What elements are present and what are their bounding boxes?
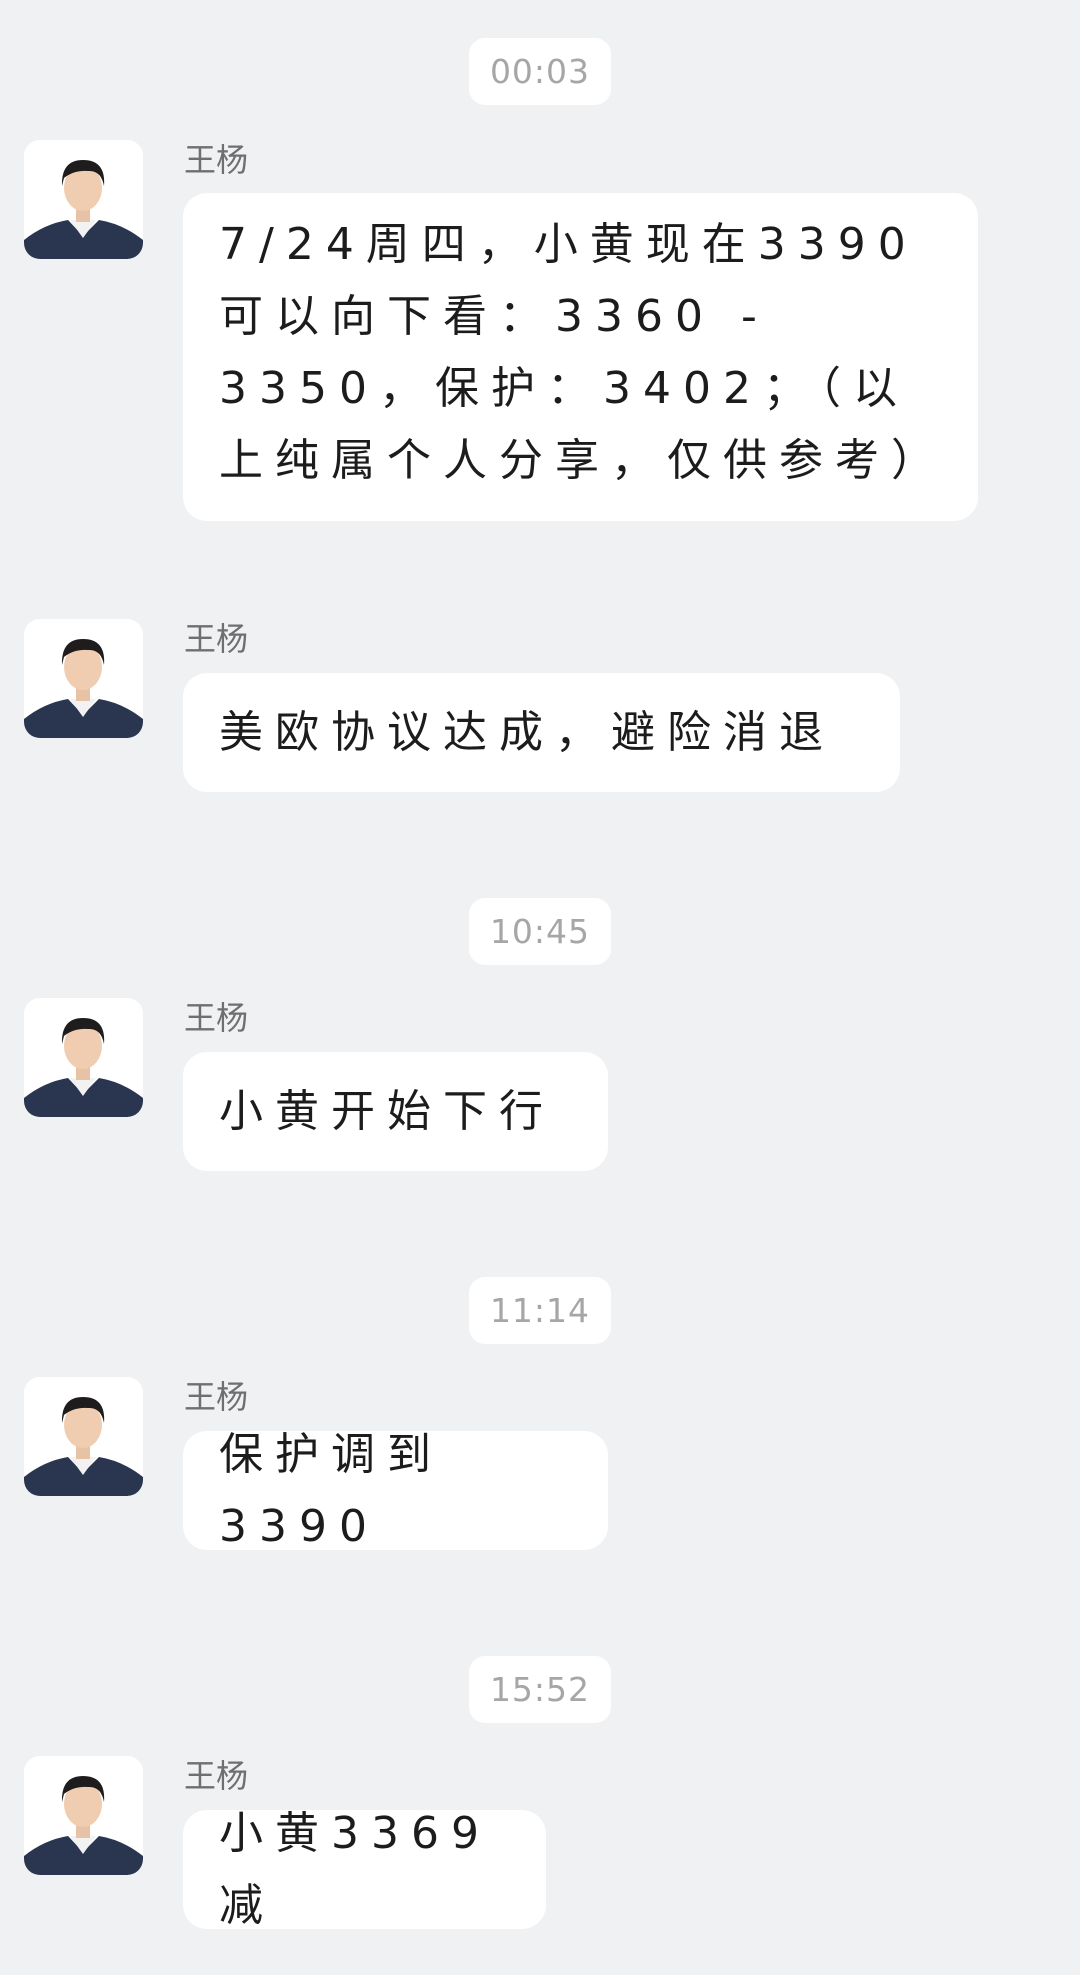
timestamp-divider: 11:14 (469, 1277, 611, 1344)
timestamp-divider: 00:03 (469, 38, 611, 105)
sender-name: 王杨 (184, 1378, 249, 1416)
avatar-portrait-icon[interactable] (24, 1377, 143, 1496)
chat-conversation: 00:03 王杨 7/24周四，小黄现在3390可以向下看：3360 - 335… (0, 0, 1080, 1975)
message-bubble[interactable]: 保护调到3390 (183, 1429, 608, 1552)
timestamp-divider: 10:45 (469, 898, 611, 965)
avatar-portrait-icon[interactable] (24, 619, 143, 738)
message-text: 小黄3369减 (219, 1807, 491, 1931)
message-text: 小黄开始下行 (219, 1085, 555, 1137)
message-bubble[interactable]: 小黄3369减 (183, 1808, 546, 1931)
sender-name: 王杨 (184, 1757, 249, 1795)
sender-name: 王杨 (184, 620, 249, 658)
timestamp-divider: 15:52 (469, 1656, 611, 1723)
sender-name: 王杨 (184, 141, 249, 179)
avatar-portrait-icon[interactable] (24, 1756, 143, 1875)
sender-name: 王杨 (184, 999, 249, 1037)
message-text: 7/24周四，小黄现在3390可以向下看：3360 - 3350，保护：3402… (219, 219, 947, 486)
avatar-portrait-icon[interactable] (24, 998, 143, 1117)
message-text: 保护调到3390 (219, 1428, 443, 1552)
avatar-portrait-icon[interactable] (24, 140, 143, 259)
message-bubble[interactable]: 7/24周四，小黄现在3390可以向下看：3360 - 3350，保护：3402… (183, 193, 978, 521)
message-bubble[interactable]: 小黄开始下行 (183, 1052, 608, 1171)
message-text: 美欧协议达成，避险消退 (219, 706, 835, 758)
message-bubble[interactable]: 美欧协议达成，避险消退 (183, 673, 900, 792)
